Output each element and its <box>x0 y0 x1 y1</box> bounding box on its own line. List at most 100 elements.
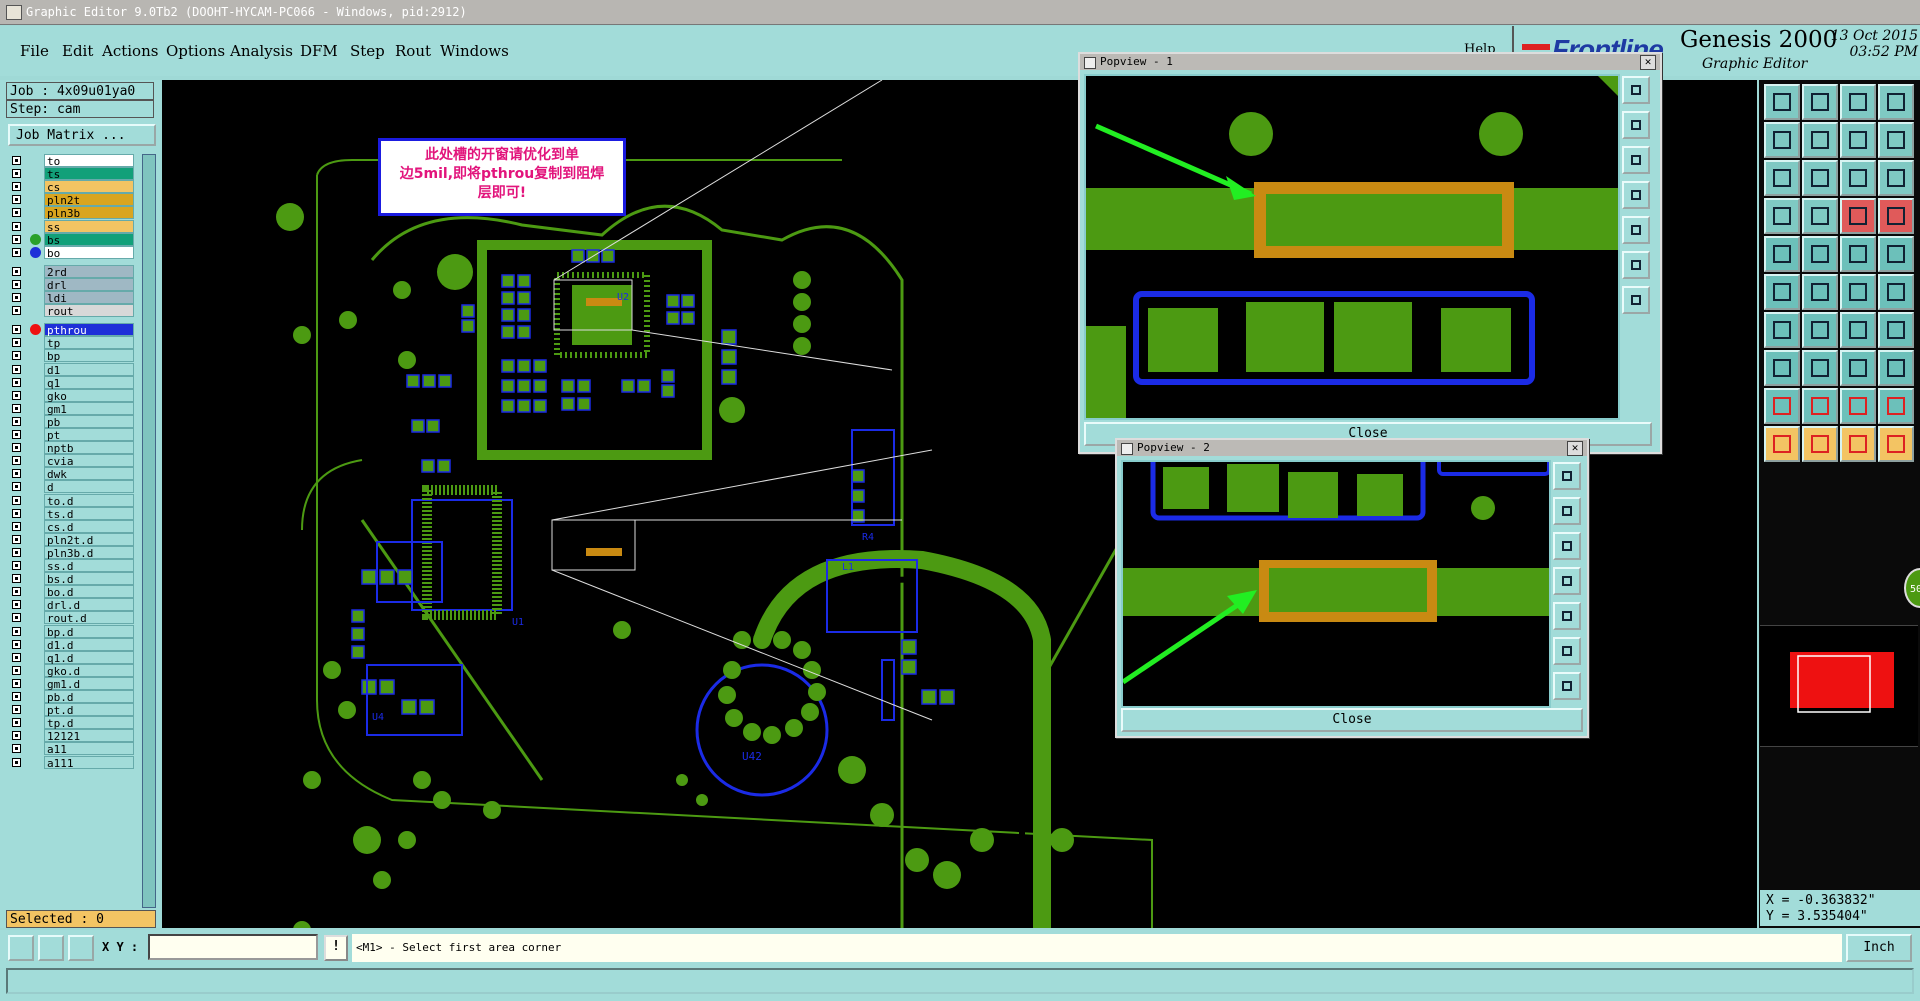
pv1-pan-left-button[interactable] <box>1622 181 1650 209</box>
layer-checkbox[interactable] <box>12 221 21 231</box>
units-button[interactable]: Inch <box>1846 934 1912 962</box>
layer-checkbox[interactable] <box>12 247 21 257</box>
layer-name[interactable]: d <box>44 480 134 494</box>
plus-tool[interactable] <box>1878 350 1914 386</box>
xy-input[interactable] <box>148 934 318 960</box>
layer-row-bp[interactable]: bp <box>8 349 134 363</box>
popview-2-view[interactable] <box>1121 460 1551 708</box>
layer-name[interactable]: d1 <box>44 362 134 377</box>
layer-row-pln3b.d[interactable]: pln3b.d <box>8 545 134 560</box>
layer-checkbox[interactable] <box>12 665 21 675</box>
layer-checkbox[interactable] <box>12 403 21 413</box>
copy-tool[interactable] <box>1878 274 1914 310</box>
menu-options[interactable]: Options <box>166 42 225 60</box>
layer-row-to[interactable]: to <box>8 154 134 168</box>
layer-name[interactable]: to.d <box>44 493 134 508</box>
layer-checkbox[interactable] <box>12 351 21 361</box>
zoom-area-tool[interactable] <box>1802 160 1838 196</box>
layer-checkbox[interactable] <box>12 574 21 584</box>
layer-row-ss[interactable]: ss <box>8 219 134 234</box>
snap-tool[interactable] <box>1764 198 1800 234</box>
layer-name[interactable]: dwk <box>44 467 134 481</box>
layer-checkbox[interactable] <box>12 495 21 505</box>
dot-tool[interactable] <box>1878 236 1914 272</box>
layer-row-ldi[interactable]: ldi <box>8 291 134 305</box>
layer-name[interactable]: bp <box>44 349 134 363</box>
layer-row-drl.d[interactable]: drl.d <box>8 598 134 612</box>
layer-checkbox[interactable] <box>12 364 21 374</box>
layer-checkbox[interactable] <box>12 279 21 289</box>
layer-row-pln2t.d[interactable]: pln2t.d <box>8 532 134 547</box>
layer-checkbox[interactable] <box>12 587 21 597</box>
pointer-alt-tool[interactable] <box>1802 426 1838 462</box>
pv1-zoom-in-button[interactable] <box>1622 111 1650 139</box>
layer-row-2rd[interactable]: 2rd <box>8 264 134 279</box>
layer-row-pln2t[interactable]: pln2t <box>8 193 134 207</box>
menu-step[interactable]: Step <box>350 42 385 60</box>
help-tool[interactable] <box>1878 160 1914 196</box>
layer-row-gm1[interactable]: gm1 <box>8 401 134 416</box>
popview-2-close-button[interactable]: Close <box>1121 708 1583 732</box>
popview-2-close-icon[interactable]: ✕ <box>1567 441 1583 456</box>
layer-name[interactable]: pln2t.d <box>44 532 134 547</box>
layer-row-ts.d[interactable]: ts.d <box>8 506 134 521</box>
layer-checkbox[interactable] <box>12 377 21 387</box>
layer-checkbox[interactable] <box>12 443 21 453</box>
layer-name[interactable]: ldi <box>44 291 134 305</box>
pv2-center-button[interactable] <box>1553 672 1581 700</box>
pv1-fit-button[interactable] <box>1622 251 1650 279</box>
layer-row-cs[interactable]: cs <box>8 180 134 194</box>
layer-row-pln3b[interactable]: pln3b <box>8 206 134 220</box>
layer-checkbox[interactable] <box>12 718 21 728</box>
layer-row-nptb[interactable]: nptb <box>8 441 134 455</box>
layer-checkbox[interactable] <box>12 182 21 192</box>
layer-name[interactable]: tp <box>44 336 134 350</box>
layer-checkbox[interactable] <box>12 234 21 244</box>
layer-name[interactable]: bs <box>44 232 134 247</box>
layer-name[interactable]: ss.d <box>44 559 134 573</box>
layer-checkbox[interactable] <box>12 293 21 302</box>
add-pad-tool[interactable] <box>1764 350 1800 386</box>
layer-checkbox[interactable] <box>12 652 21 662</box>
layer-row-ts[interactable]: ts <box>8 167 134 181</box>
layer-row-rout[interactable]: rout <box>8 304 134 318</box>
layer-name[interactable]: bo <box>44 245 134 260</box>
layer-name[interactable]: gm1 <box>44 401 134 416</box>
close-tool[interactable] <box>1878 122 1914 158</box>
rotate-tool[interactable] <box>1840 312 1876 348</box>
layer-name[interactable]: gko <box>44 388 134 403</box>
layer-checkbox[interactable] <box>12 456 21 466</box>
layer-name[interactable]: a11 <box>44 742 134 756</box>
layer-name[interactable]: q1 <box>44 375 134 390</box>
open-job-tool[interactable] <box>1764 84 1800 120</box>
add-line-tool[interactable] <box>1802 350 1838 386</box>
layer-row-d1.d[interactable]: d1.d <box>8 637 134 652</box>
layer-name[interactable]: pb <box>44 414 134 429</box>
layer-checkbox[interactable] <box>12 390 21 400</box>
popview-1-view[interactable] <box>1084 74 1620 420</box>
line-tool[interactable] <box>1764 274 1800 310</box>
layer-name[interactable]: q1.d <box>44 650 134 665</box>
layer-name[interactable]: d1.d <box>44 637 134 652</box>
layer-row-rout.d[interactable]: rout.d <box>8 611 134 625</box>
layer-checkbox[interactable] <box>12 692 21 701</box>
select-tool[interactable] <box>1764 236 1800 272</box>
zoom-ratio-tool[interactable] <box>1840 160 1876 196</box>
overview-map[interactable] <box>1760 625 1918 747</box>
layer-name[interactable]: drl <box>44 277 134 292</box>
layer-name[interactable]: pln3b <box>44 206 134 220</box>
layer-row-pb.d[interactable]: pb.d <box>8 690 134 704</box>
layer-name[interactable]: pln2t <box>44 193 134 207</box>
layer-row-q1.d[interactable]: q1.d <box>8 650 134 665</box>
menu-actions[interactable]: Actions <box>102 42 158 60</box>
edit-tool[interactable] <box>1802 312 1838 348</box>
layer-row-pthrou[interactable]: pthrou <box>8 323 134 337</box>
layer-name[interactable]: tp.d <box>44 716 134 730</box>
layer-name[interactable]: 12121 <box>44 729 134 743</box>
home-tool[interactable] <box>1840 84 1876 120</box>
layer-checkbox[interactable] <box>12 626 21 636</box>
layer-row-dwk[interactable]: dwk <box>8 467 134 481</box>
stretch-tool[interactable] <box>1840 350 1876 386</box>
layer-name[interactable]: pb.d <box>44 690 134 704</box>
delete-tool[interactable] <box>1802 274 1838 310</box>
